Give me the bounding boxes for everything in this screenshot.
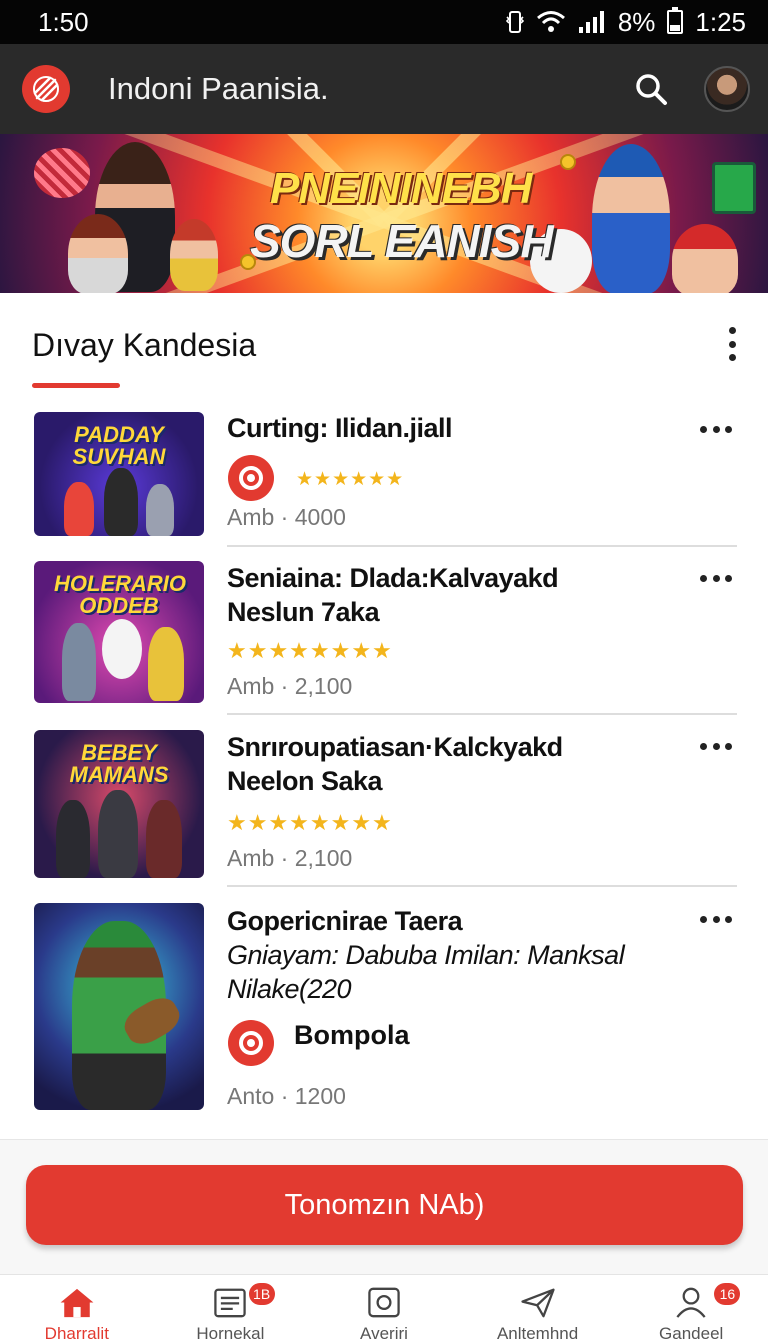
nav-label: Averiri: [360, 1324, 408, 1343]
game-list-section: Dıvay Kandesia PADDAY SUVHAN Curting: Il…: [0, 293, 768, 1139]
thumbnail-title: HOLERARIO ODDEB: [54, 571, 186, 618]
list-icon: [214, 1288, 247, 1318]
app-title: Indoni Paanisia.: [108, 71, 329, 106]
status-bar: 1:50 8% 1:25: [0, 0, 768, 44]
nav-label: Dharralit: [44, 1324, 109, 1343]
game-meta: Anto · 1200: [227, 1083, 346, 1109]
rating-stars: ★★★★★★★★: [227, 638, 393, 663]
wifi-icon: [536, 11, 565, 32]
nav-label: Hornekal: [196, 1324, 265, 1343]
game-subtitle: Neelon Saka: [227, 766, 383, 796]
promo-banner[interactable]: PNEININEBH SORL EANISH: [0, 134, 768, 293]
status-time-left: 1:50: [38, 6, 89, 37]
battery-icon: [667, 7, 684, 34]
section-title-underline: [32, 383, 120, 388]
section-title: Dıvay Kandesia: [32, 327, 257, 363]
thumbnail-title: PADDAY SUVHAN: [72, 422, 166, 469]
slash-logo-icon: [33, 76, 59, 102]
game-title[interactable]: Seniaina: Dlada:Kalvayakd: [227, 561, 697, 595]
avatar[interactable]: [704, 66, 750, 112]
game-description: Gniayam: Dabuba Imilan: Manksal: [227, 940, 625, 970]
nav-item-home[interactable]: Dharralit: [0, 1275, 154, 1344]
notification-badge: 16: [714, 1283, 741, 1305]
game-thumbnail[interactable]: BEBEY MAMANS: [34, 730, 204, 878]
status-time-right: 1:25: [695, 6, 746, 37]
banner-character-kid: [68, 214, 128, 293]
nav-item-profile[interactable]: 16 Gandeel: [614, 1275, 768, 1344]
divider: [227, 713, 737, 715]
status-icons: 8% 1:25: [505, 6, 746, 38]
search-button[interactable]: [628, 66, 674, 112]
game-title[interactable]: Gopericnirae Taera: [227, 904, 697, 938]
publisher-name[interactable]: Bompola: [294, 1020, 410, 1051]
divider: [227, 545, 737, 547]
bottom-nav: Dharralit 1B Hornekal Averiri Anltemhnd …: [0, 1274, 768, 1344]
app-logo[interactable]: [22, 65, 70, 113]
game-subtitle: Neslun 7aka: [227, 597, 380, 627]
primary-action-button[interactable]: Tonomzın NAb): [26, 1165, 743, 1245]
battery-percent: 8%: [617, 6, 656, 37]
cta-container: Tonomzın NAb): [0, 1139, 768, 1274]
search-icon: [636, 74, 667, 105]
thumbnail-title: BEBEY MAMANS: [69, 740, 169, 787]
rating-stars: ★★★★★★: [296, 469, 405, 490]
publisher-badge-icon: [228, 455, 274, 501]
vibrate-icon: [505, 11, 524, 33]
person-icon: [676, 1287, 706, 1318]
divider: [227, 885, 737, 887]
section-more-button[interactable]: [722, 327, 742, 361]
game-meta: Amb · 2,100: [227, 845, 353, 871]
banner-character-small: [170, 219, 218, 291]
banner-character-boy: [592, 144, 670, 293]
game-description-2: Nilake(220: [227, 974, 352, 1004]
item-more-button[interactable]: [700, 914, 732, 924]
banner-headline: PNEININEBH: [270, 164, 532, 213]
game-title[interactable]: Snrıroupatiasan·Kalckyakd: [227, 730, 697, 764]
game-meta: Amb · 4000: [227, 504, 346, 530]
banner-screen: [712, 162, 756, 214]
nav-item-send[interactable]: Anltemhnd: [461, 1275, 615, 1344]
nav-item-square[interactable]: Averiri: [307, 1275, 461, 1344]
banner-waffle: [34, 148, 90, 198]
send-icon: [520, 1288, 555, 1318]
square-icon: [368, 1287, 400, 1318]
game-title[interactable]: Curting: Ilidan.jiall: [227, 411, 697, 445]
game-thumbnail[interactable]: [34, 903, 204, 1110]
item-more-button[interactable]: [700, 424, 732, 434]
app-bar: Indoni Paanisia.: [0, 44, 768, 134]
rating-stars: ★★★★★★★★: [227, 810, 393, 835]
banner-character-firefighter: [672, 224, 738, 293]
publisher-badge-icon: [228, 1020, 274, 1066]
game-thumbnail[interactable]: HOLERARIO ODDEB: [34, 561, 204, 703]
nav-item-list[interactable]: 1B Hornekal: [154, 1275, 308, 1344]
notification-badge: 1B: [248, 1283, 275, 1305]
game-meta: Amb · 2,100: [227, 673, 353, 699]
nav-label: Gandeel: [659, 1324, 724, 1343]
banner-subheadline: SORL EANISH: [250, 215, 554, 267]
item-more-button[interactable]: [700, 741, 732, 751]
home-icon: [60, 1288, 94, 1318]
signal-icon: [578, 11, 604, 33]
game-thumbnail[interactable]: PADDAY SUVHAN: [34, 412, 204, 536]
item-more-button[interactable]: [700, 573, 732, 583]
nav-label: Anltemhnd: [496, 1324, 579, 1343]
